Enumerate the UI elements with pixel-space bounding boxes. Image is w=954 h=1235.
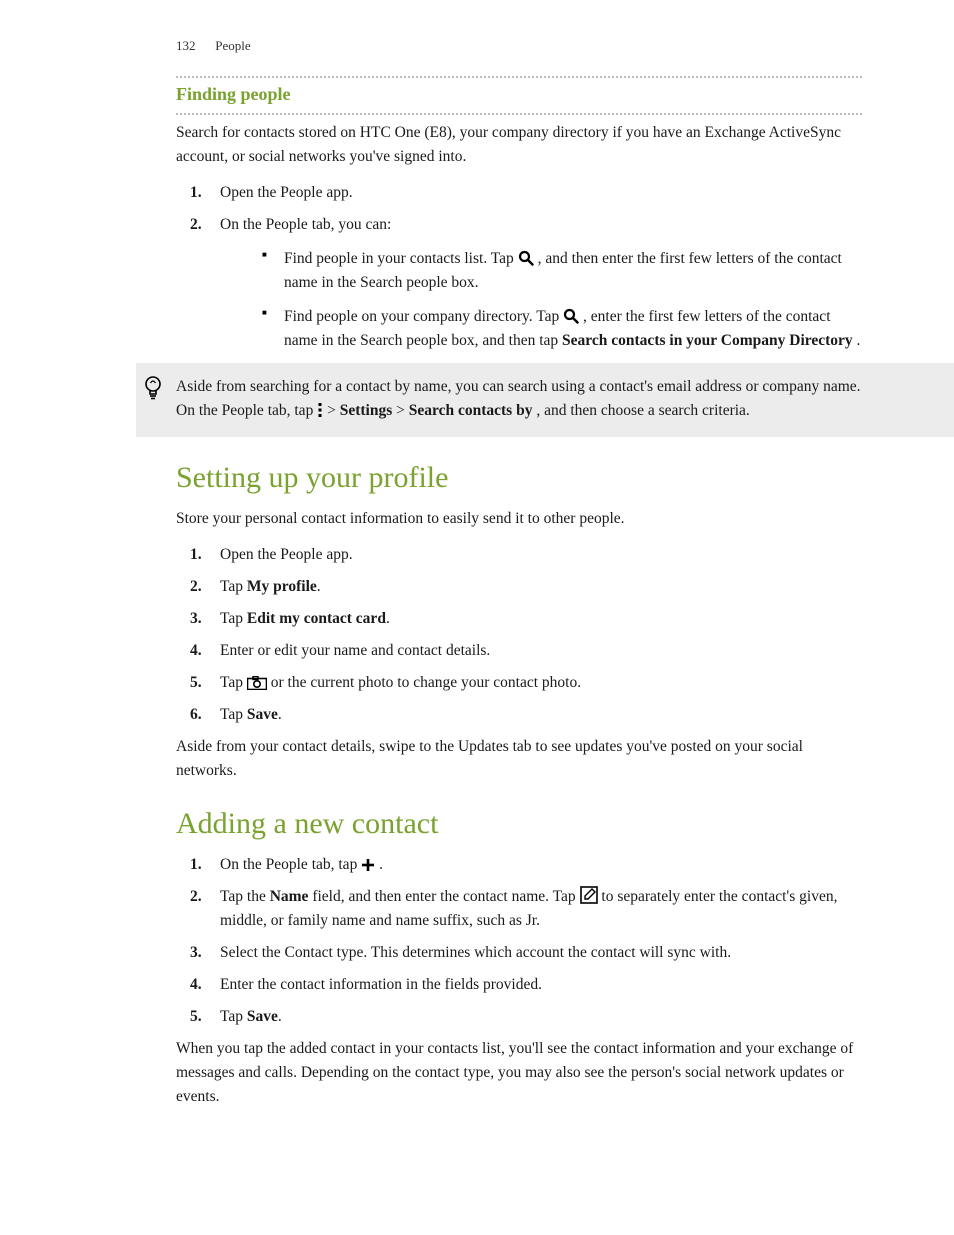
overflow-menu-icon — [317, 402, 323, 418]
list-item: 5. Tap or the current photo to change yo… — [176, 671, 862, 695]
list-item: 6.Tap Save. — [176, 703, 862, 727]
list-item: 2. Tap the Name field, and then enter th… — [176, 885, 862, 933]
list-item: 5.Tap Save. — [176, 1005, 862, 1029]
ordered-list: 1. On the People tab, tap . 2. Tap the N… — [176, 853, 862, 1029]
list-item: 1. Open the People app. — [176, 181, 862, 205]
list-item: 3.Tap Edit my contact card. — [176, 607, 862, 631]
lightbulb-icon — [142, 375, 166, 399]
tip-box: Aside from searching for a contact by na… — [136, 363, 954, 437]
ordered-list: 1. Open the People app. 2. On the People… — [176, 181, 862, 353]
edit-icon — [580, 886, 598, 904]
list-item: 1.Open the People app. — [176, 543, 862, 567]
search-icon — [518, 250, 534, 266]
divider — [176, 113, 862, 115]
list-item: 3.Select the Contact type. This determin… — [176, 941, 862, 965]
heading-finding-people: Finding people — [176, 84, 862, 105]
running-header: 132 People — [176, 38, 862, 54]
plus-icon — [361, 858, 375, 872]
list-item: 4.Enter or edit your name and contact de… — [176, 639, 862, 663]
list-item: Find people in your contacts list. Tap ,… — [262, 247, 862, 295]
paragraph: Search for contacts stored on HTC One (E… — [176, 121, 862, 169]
bullet-list: Find people in your contacts list. Tap ,… — [262, 247, 862, 353]
list-item: Find people on your company directory. T… — [262, 305, 862, 353]
list-item: 1. On the People tab, tap . — [176, 853, 862, 877]
list-item: 2. On the People tab, you can: Find peop… — [176, 213, 862, 353]
heading-adding-new-contact: Adding a new contact — [176, 807, 862, 841]
page-number: 132 — [176, 38, 212, 54]
camera-icon — [247, 676, 267, 690]
paragraph: Aside from your contact details, swipe t… — [176, 735, 862, 783]
list-item: 2.Tap My profile. — [176, 575, 862, 599]
paragraph: When you tap the added contact in your c… — [176, 1037, 862, 1109]
section-name: People — [215, 38, 250, 53]
list-item: 4.Enter the contact information in the f… — [176, 973, 862, 997]
tip-text: Aside from searching for a contact by na… — [176, 375, 862, 423]
ordered-list: 1.Open the People app. 2.Tap My profile.… — [176, 543, 862, 727]
paragraph: Store your personal contact information … — [176, 507, 862, 531]
heading-setting-up-profile: Setting up your profile — [176, 461, 862, 495]
divider — [176, 76, 862, 78]
search-icon — [563, 308, 579, 324]
